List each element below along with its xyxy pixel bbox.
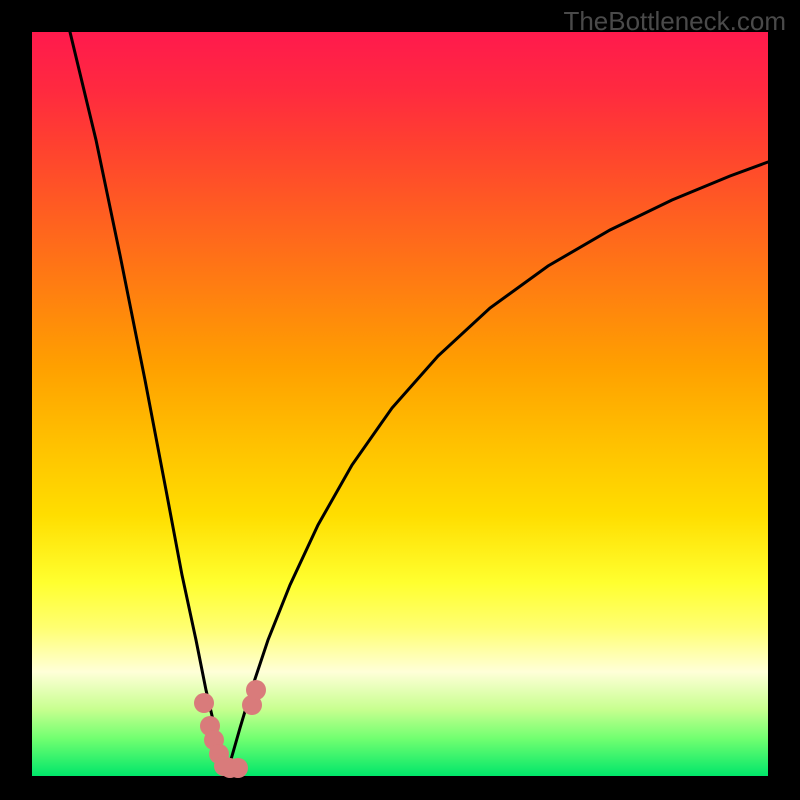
chart-frame: TheBottleneck.com <box>0 0 800 800</box>
watermark-text: TheBottleneck.com <box>563 6 786 37</box>
plot-gradient-area <box>32 32 768 776</box>
